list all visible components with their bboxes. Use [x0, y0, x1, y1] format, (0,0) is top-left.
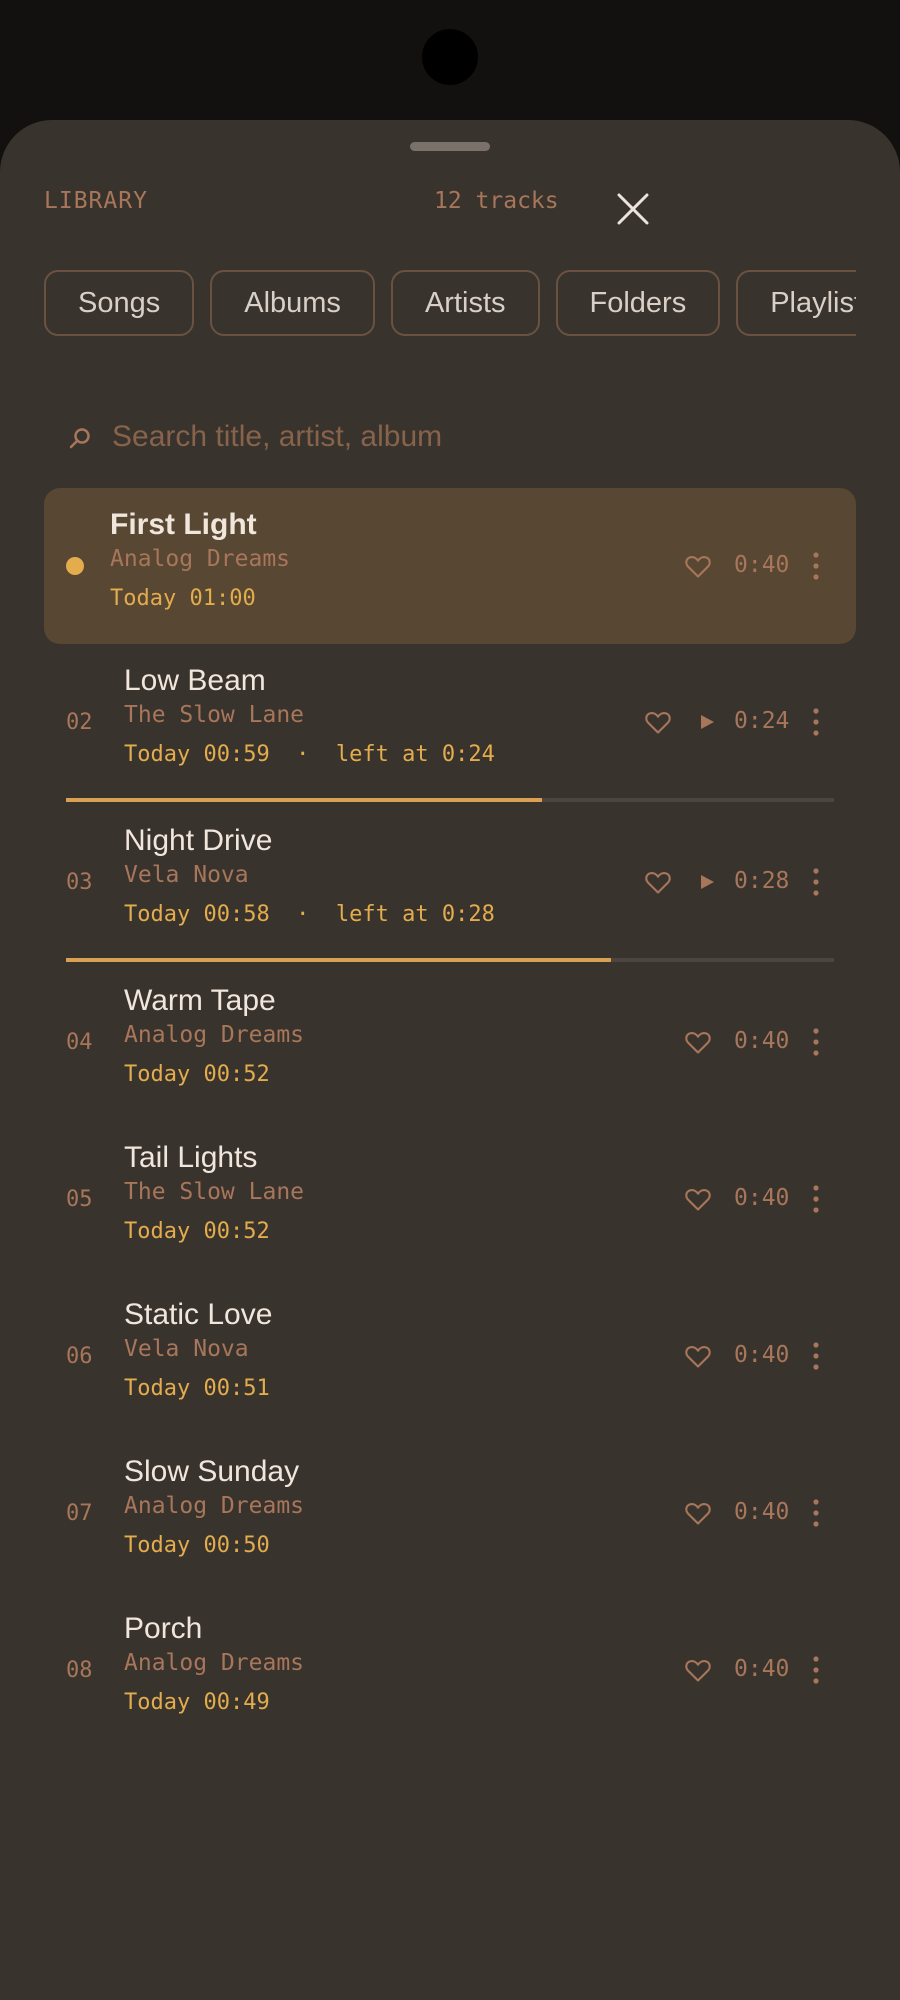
resume-play-icon[interactable] — [698, 713, 716, 731]
more-options-icon[interactable] — [810, 1340, 822, 1372]
more-options-icon[interactable] — [810, 1654, 822, 1686]
resume-progress-bar — [66, 798, 834, 802]
track-number: 05 — [66, 1187, 93, 1212]
track-meta: Today 00:52 — [124, 1219, 270, 1244]
track-duration: 0:40 — [734, 1656, 790, 1682]
track-artist: Analog Dreams — [124, 1022, 305, 1048]
search-bar — [44, 386, 856, 496]
resume-progress-bar — [66, 958, 834, 962]
track-duration: 0:40 — [734, 1342, 790, 1368]
heart-icon[interactable] — [644, 868, 672, 896]
track-title: Tail Lights — [124, 1141, 258, 1174]
library-title: LIBRARY — [44, 188, 148, 214]
track-title: Low Beam — [124, 664, 266, 697]
more-options-icon[interactable] — [810, 706, 822, 738]
track-number: 04 — [66, 1030, 93, 1055]
heart-icon[interactable] — [684, 1342, 712, 1370]
track-meta: Today 00:59 · left at 0:24 — [124, 742, 495, 767]
track-title: First Light — [110, 508, 257, 541]
track-duration: 0:40 — [734, 1028, 790, 1054]
close-button[interactable] — [610, 186, 656, 232]
track-title: Night Drive — [124, 824, 273, 857]
track-artist: The Slow Lane — [124, 702, 305, 728]
track-meta: Today 00:52 — [124, 1062, 270, 1087]
track-title: Slow Sunday — [124, 1455, 300, 1488]
heart-icon[interactable] — [684, 1028, 712, 1056]
tab-songs[interactable]: Songs — [44, 270, 195, 336]
track-artist: Analog Dreams — [124, 1650, 305, 1676]
library-sheet: LIBRARY 12 tracks Songs Albums Artists Fold… — [0, 120, 900, 2000]
track-meta: Today 00:51 — [124, 1376, 270, 1401]
track-count: 12 tracks — [434, 188, 559, 214]
tab-folders[interactable]: Folders — [555, 270, 721, 336]
track-artist: Analog Dreams — [124, 1493, 305, 1519]
track-row-now-playing[interactable]: First Light Analog Dreams Today 01:00 0:… — [44, 488, 856, 644]
more-options-icon[interactable] — [810, 550, 822, 582]
track-number: 08 — [66, 1658, 93, 1683]
track-number: 02 — [66, 710, 93, 735]
track-list: First Light Analog Dreams Today 01:00 0:… — [44, 488, 856, 1749]
resume-play-icon[interactable] — [698, 873, 716, 891]
track-duration: 0:40 — [734, 1185, 790, 1211]
track-artist: The Slow Lane — [124, 1179, 305, 1205]
track-number: 03 — [66, 870, 93, 895]
track-title: Porch — [124, 1612, 203, 1645]
heart-icon[interactable] — [644, 708, 672, 736]
front-camera — [422, 29, 478, 85]
search-icon — [68, 426, 92, 450]
track-row[interactable]: 05 Tail Lights The Slow Lane Today 00:52… — [44, 1121, 856, 1278]
tab-playlists[interactable]: Playlists — [736, 270, 856, 336]
track-title: Static Love — [124, 1298, 273, 1331]
resume-progress-fill — [66, 958, 612, 962]
track-title: Warm Tape — [124, 984, 276, 1017]
now-playing-dot — [66, 557, 84, 575]
track-row[interactable]: 08 Porch Analog Dreams Today 00:49 0:40 — [44, 1592, 856, 1749]
close-icon — [617, 193, 649, 225]
track-row[interactable]: 02 Low Beam The Slow Lane Today 00:59 · … — [44, 644, 856, 804]
track-row[interactable]: 04 Warm Tape Analog Dreams Today 00:52 0… — [44, 964, 856, 1121]
resume-progress-fill — [66, 798, 543, 802]
heart-icon[interactable] — [684, 552, 712, 580]
track-row[interactable]: 03 Night Drive Vela Nova Today 00:58 · l… — [44, 804, 856, 964]
track-meta: Today 00:58 · left at 0:28 — [124, 902, 495, 927]
track-number: 07 — [66, 1501, 93, 1526]
heart-icon[interactable] — [684, 1499, 712, 1527]
header: LIBRARY 12 tracks — [0, 120, 900, 280]
track-duration: 0:40 — [734, 1499, 790, 1525]
track-number: 06 — [66, 1344, 93, 1369]
track-duration: 0:40 — [734, 552, 790, 578]
more-options-icon[interactable] — [810, 1026, 822, 1058]
track-meta: Today 00:50 — [124, 1533, 270, 1558]
track-artist: Vela Nova — [124, 1336, 249, 1362]
track-artist: Analog Dreams — [110, 546, 291, 572]
track-meta: Today 01:00 — [110, 586, 256, 611]
tab-artists[interactable]: Artists — [390, 270, 540, 336]
heart-icon[interactable] — [684, 1185, 712, 1213]
track-duration: 0:24 — [734, 708, 790, 734]
search-input[interactable] — [110, 410, 814, 464]
track-row[interactable]: 07 Slow Sunday Analog Dreams Today 00:50… — [44, 1435, 856, 1592]
track-artist: Vela Nova — [124, 862, 249, 888]
heart-icon[interactable] — [684, 1656, 712, 1684]
tab-albums[interactable]: Albums — [210, 270, 375, 336]
track-duration: 0:28 — [734, 868, 790, 894]
track-meta: Today 00:49 — [124, 1690, 270, 1715]
more-options-icon[interactable] — [810, 866, 822, 898]
more-options-icon[interactable] — [810, 1183, 822, 1215]
track-row[interactable]: 06 Static Love Vela Nova Today 00:51 0:4… — [44, 1278, 856, 1435]
more-options-icon[interactable] — [810, 1497, 822, 1529]
category-tabs: SongsAlbumsArtistsFoldersPlaylists — [44, 270, 856, 340]
